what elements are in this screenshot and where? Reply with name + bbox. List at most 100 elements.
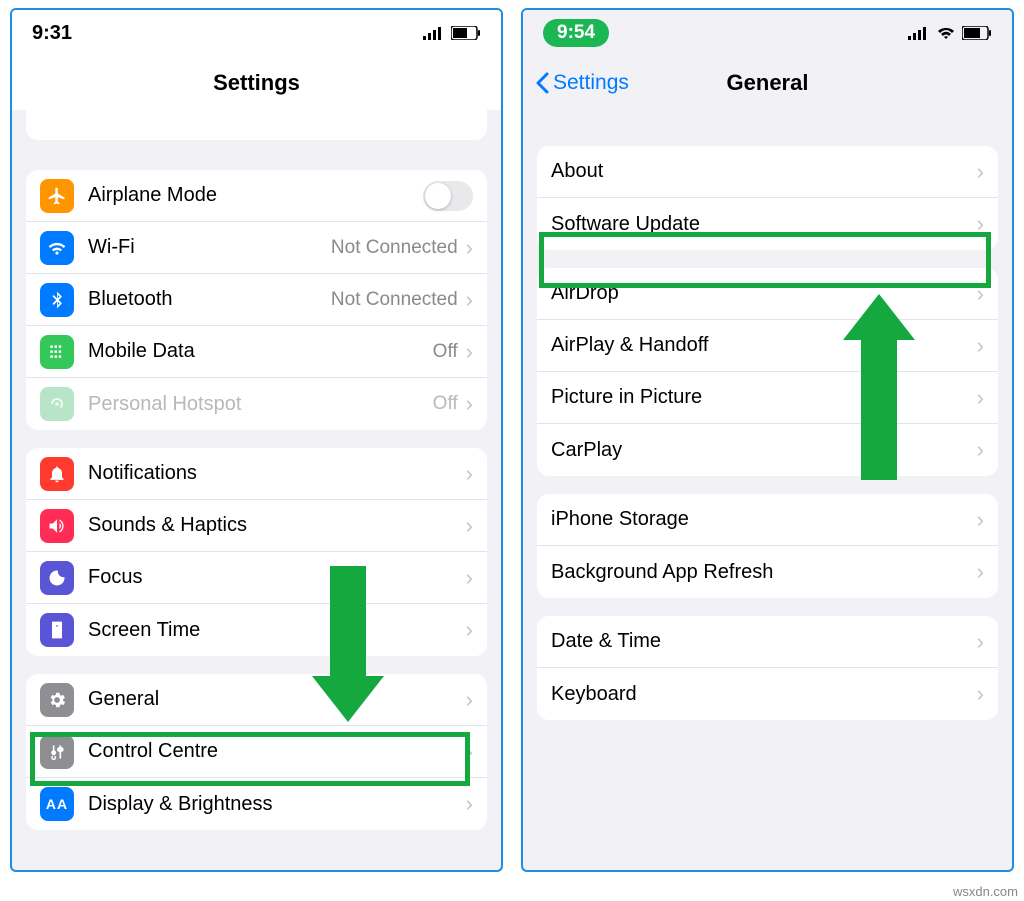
wifi-icon <box>936 26 956 40</box>
chevron-right-icon: › <box>977 681 984 707</box>
chevron-right-icon: › <box>977 559 984 585</box>
back-label: Settings <box>553 71 629 95</box>
row-date-time[interactable]: Date & Time› <box>537 616 998 668</box>
battery-icon <box>962 26 992 40</box>
hotspot-icon <box>40 387 74 421</box>
nav-header: Settings General <box>523 56 1012 110</box>
row-label: Display & Brightness <box>88 793 466 816</box>
settings-group: iPhone Storage›Background App Refresh› <box>537 494 998 598</box>
row-value: Off <box>433 393 458 415</box>
battery-icon <box>451 26 481 40</box>
row-about[interactable]: About› <box>537 146 998 198</box>
row-label: About <box>551 160 977 183</box>
general-icon <box>40 683 74 717</box>
toggle-switch[interactable] <box>423 181 473 211</box>
cellular-signal-icon <box>908 26 930 40</box>
row-personal-hotspot: Personal HotspotOff› <box>26 378 487 430</box>
row-control-centre[interactable]: Control Centre› <box>26 726 487 778</box>
settings-group: Notifications›Sounds & Haptics›Focus›Scr… <box>26 448 487 656</box>
status-icons <box>423 26 481 40</box>
mobile-icon <box>40 335 74 369</box>
row-label: Background App Refresh <box>551 561 977 584</box>
row-label: Keyboard <box>551 683 977 706</box>
back-button[interactable]: Settings <box>535 71 629 95</box>
focus-icon <box>40 561 74 595</box>
status-time-pill[interactable]: 9:54 <box>543 19 609 47</box>
notif-icon <box>40 457 74 491</box>
row-value: Not Connected <box>331 289 458 311</box>
row-label: Mobile Data <box>88 340 433 363</box>
row-airplay-handoff[interactable]: AirPlay & Handoff› <box>537 320 998 372</box>
row-label: Picture in Picture <box>551 386 977 409</box>
row-label: AirDrop <box>551 282 977 305</box>
row-bluetooth[interactable]: BluetoothNot Connected › <box>26 274 487 326</box>
screen-icon <box>40 613 74 647</box>
chevron-right-icon: › <box>977 507 984 533</box>
row-label: Wi-Fi <box>88 236 331 259</box>
chevron-right-icon: › <box>977 437 984 463</box>
row-label: Personal Hotspot <box>88 393 433 416</box>
chevron-right-icon: › <box>466 617 473 643</box>
sound-icon <box>40 509 74 543</box>
chevron-right-icon: › <box>977 211 984 237</box>
status-time: 9:31 <box>32 22 72 45</box>
row-picture-in-picture[interactable]: Picture in Picture› <box>537 372 998 424</box>
row-label: Bluetooth <box>88 288 331 311</box>
bt-icon <box>40 283 74 317</box>
row-label: General <box>88 688 466 711</box>
image-credit: wsxdn.com <box>953 884 1018 899</box>
chevron-right-icon: › <box>466 687 473 713</box>
chevron-left-icon <box>535 72 549 94</box>
row-carplay[interactable]: CarPlay› <box>537 424 998 476</box>
phone-settings: 9:31 A PUALS Settings Airplane ModeWi-Fi… <box>10 8 503 872</box>
nav-header: Settings <box>12 56 501 110</box>
row-screen-time[interactable]: Screen Time› <box>26 604 487 656</box>
wifi-icon <box>40 231 74 265</box>
chevron-right-icon: › <box>977 629 984 655</box>
control-icon <box>40 735 74 769</box>
row-general[interactable]: General› <box>26 674 487 726</box>
airplane-icon <box>40 179 74 213</box>
status-bar: 9:31 <box>12 10 501 56</box>
chevron-right-icon: › <box>466 339 473 365</box>
chevron-right-icon: › <box>466 513 473 539</box>
row-sounds-haptics[interactable]: Sounds & Haptics› <box>26 500 487 552</box>
settings-group: Airplane ModeWi-FiNot Connected›Bluetoot… <box>26 170 487 430</box>
chevron-right-icon: › <box>466 565 473 591</box>
row-background-app-refresh[interactable]: Background App Refresh› <box>537 546 998 598</box>
chevron-right-icon: › <box>977 385 984 411</box>
settings-group: AirDrop›AirPlay & Handoff›Picture in Pic… <box>537 268 998 476</box>
chevron-right-icon: › <box>977 159 984 185</box>
display-icon: AA <box>40 787 74 821</box>
row-airplane-mode[interactable]: Airplane Mode <box>26 170 487 222</box>
settings-group: Date & Time›Keyboard› <box>537 616 998 720</box>
row-label: Airplane Mode <box>88 184 423 207</box>
row-keyboard[interactable]: Keyboard› <box>537 668 998 720</box>
row-label: Software Update <box>551 213 977 236</box>
row-label: iPhone Storage <box>551 508 977 531</box>
row-iphone-storage[interactable]: iPhone Storage› <box>537 494 998 546</box>
row-label: Screen Time <box>88 619 466 642</box>
status-icons <box>908 26 992 40</box>
chevron-right-icon: › <box>466 235 473 261</box>
row-display-brightness[interactable]: AA Display & Brightness› <box>26 778 487 830</box>
chevron-right-icon: › <box>977 281 984 307</box>
row-label: AirPlay & Handoff <box>551 334 977 357</box>
row-airdrop[interactable]: AirDrop› <box>537 268 998 320</box>
row-focus[interactable]: Focus› <box>26 552 487 604</box>
page-title: Settings <box>213 70 300 96</box>
row-software-update[interactable]: Software Update› <box>537 198 998 250</box>
settings-group: About›Software Update› <box>537 146 998 250</box>
row-value: Not Connected <box>331 237 458 259</box>
row-mobile-data[interactable]: Mobile DataOff› <box>26 326 487 378</box>
chevron-right-icon: › <box>977 333 984 359</box>
chevron-right-icon: › <box>466 791 473 817</box>
row-wi-fi[interactable]: Wi-FiNot Connected › <box>26 222 487 274</box>
row-notifications[interactable]: Notifications› <box>26 448 487 500</box>
profile-card-partial[interactable] <box>26 110 487 140</box>
row-label: Date & Time <box>551 630 977 653</box>
row-label: Focus <box>88 566 466 589</box>
chevron-right-icon: › <box>466 287 473 313</box>
cellular-signal-icon <box>423 26 445 40</box>
row-label: Control Centre <box>88 740 466 763</box>
